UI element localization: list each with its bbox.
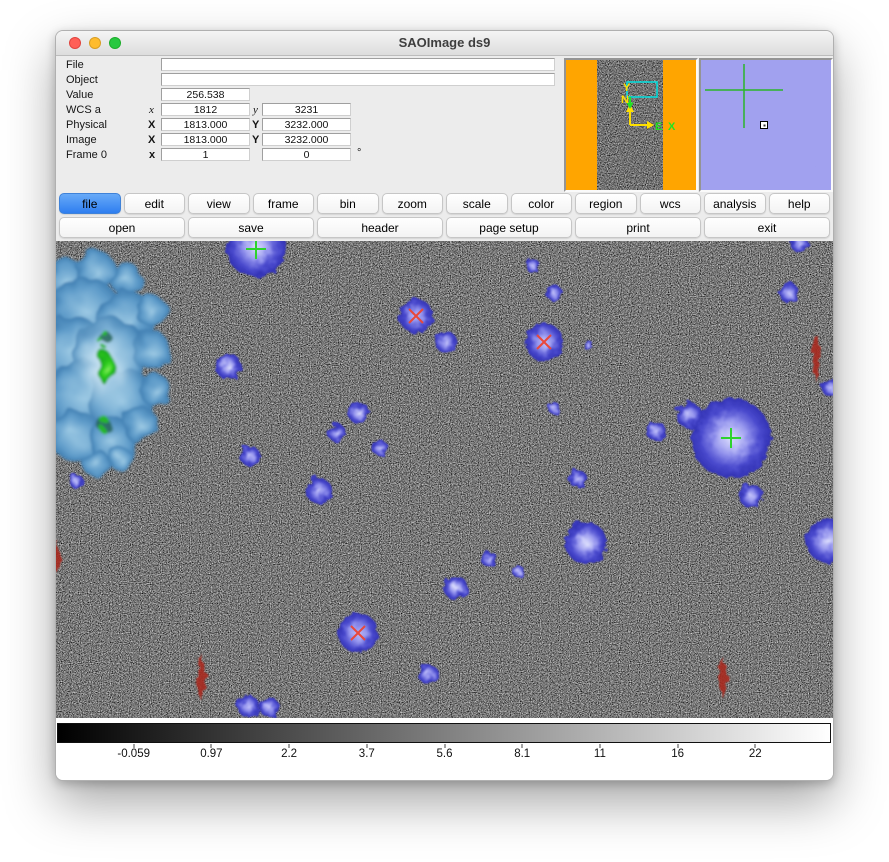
star-blob [372,440,388,456]
menu-edit[interactable]: edit [124,193,186,214]
star-blob [526,259,540,273]
sky-speckles [56,241,834,718]
ds9-window: SAOImage ds9 File Object Value WCS a x y… [55,30,834,781]
menu-frame[interactable]: frame [253,193,315,214]
compass-x-label: X [668,121,676,133]
star-blob [512,565,524,577]
panner-panel[interactable]: Y N E X [564,58,698,192]
colorbar-tick-label: 11 [594,748,606,760]
colorbar[interactable] [57,723,831,743]
menu-file[interactable]: file [59,193,121,214]
page-setup-button[interactable]: page setup [446,217,572,238]
star-blob [237,695,259,717]
star-blob [418,664,438,684]
colorbar-tick-label: 22 [749,748,762,760]
wcs-label: WCS a [66,104,101,116]
menu-help[interactable]: help [769,193,831,214]
save-button[interactable]: save [188,217,314,238]
wcs-y-field[interactable] [262,103,351,116]
image-x-label: X [148,134,155,146]
object-label: Object [66,74,98,86]
star-blob [259,697,279,717]
frame-x-label: x [149,149,155,161]
star-blob [646,421,666,441]
value-label: Value [66,89,93,101]
compass-n-label: N [621,94,629,106]
menu-zoom[interactable]: zoom [382,193,444,214]
header-button[interactable]: header [317,217,443,238]
exit-button[interactable]: exit [704,217,830,238]
menu-color[interactable]: color [511,193,573,214]
frame-angle-field[interactable] [262,148,351,161]
colorbar-tick-label: 5.6 [437,748,453,760]
physical-y-label: Y [252,119,259,131]
frame-x-field[interactable] [161,148,250,161]
zoom-button[interactable] [109,37,121,49]
colorbar-section: -0.059 0.97 2.2 3.7 5.6 8.1 11 16 22 [56,718,833,780]
menu-analysis[interactable]: analysis [704,193,766,214]
title-bar[interactable]: SAOImage ds9 [56,31,833,56]
star-blob [328,424,346,442]
wcs-y-label: y [253,104,258,116]
frame-label: Frame 0 [66,149,107,161]
file-field[interactable] [161,58,555,71]
physical-label: Physical [66,119,107,131]
star-blob [548,402,560,414]
menu-view[interactable]: view [188,193,250,214]
magnifier-canvas[interactable] [701,60,831,190]
image-x-field[interactable] [161,133,250,146]
panner-canvas[interactable]: Y N E X [566,60,696,190]
wcs-x-label: x [149,104,154,116]
object-field[interactable] [161,73,555,86]
star-blob [739,484,763,508]
image-canvas[interactable] [56,241,834,718]
image-y-field[interactable] [262,133,351,146]
window-title: SAOImage ds9 [56,31,833,55]
menu-wcs[interactable]: wcs [640,193,702,214]
physical-x-field[interactable] [161,118,250,131]
menu-bin[interactable]: bin [317,193,379,214]
file-label: File [66,59,84,71]
colorbar-tick-label: 2.2 [281,748,297,760]
star-blob [435,331,457,353]
compass-y-label: Y [623,82,631,94]
menu-region[interactable]: region [575,193,637,214]
physical-y-field[interactable] [262,118,351,131]
action-bar: open save header page setup print exit [59,217,830,238]
colorbar-tick-label: -0.059 [117,748,150,760]
star-blob [69,474,83,488]
physical-x-label: X [148,119,155,131]
colorbar-tick-label: 8.1 [514,748,530,760]
star-blob [676,402,702,428]
close-button[interactable] [69,37,81,49]
menu-bar: file edit view frame bin zoom scale colo… [59,193,830,214]
image-y-label: Y [252,134,259,146]
magnifier-panel[interactable] [699,58,833,192]
value-field[interactable] [161,88,250,101]
print-button[interactable]: print [575,217,701,238]
wcs-x-field[interactable] [161,103,250,116]
colorbar-tick-label: 3.7 [359,748,375,760]
galaxy-core [98,351,114,385]
star-blob [240,446,260,466]
star-blob [306,478,332,504]
compass-e-label: E [655,121,662,133]
star-blob [569,470,587,488]
colorbar-tick-label: 0.97 [200,748,222,760]
colorbar-tick-label: 16 [671,748,684,760]
star-blob [779,283,799,303]
menu-scale[interactable]: scale [446,193,508,214]
image-label: Image [66,134,97,146]
star-blob [584,341,594,351]
star-blob [546,285,562,301]
minimize-button[interactable] [89,37,101,49]
degree-symbol: ° [357,147,361,159]
open-button[interactable]: open [59,217,185,238]
star-blob [481,551,497,567]
